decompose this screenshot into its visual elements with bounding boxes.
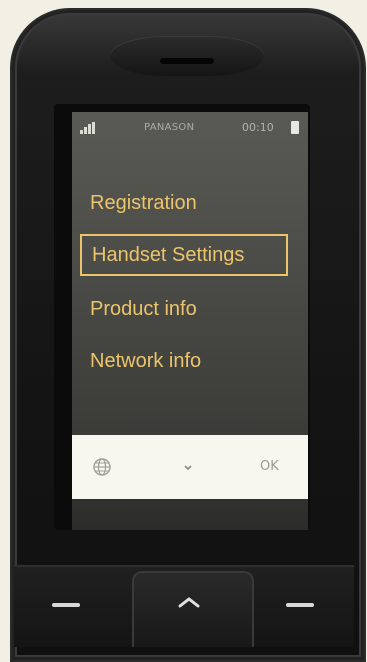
globe-icon[interactable]	[92, 457, 112, 477]
menu-item-network-info[interactable]: Network info	[80, 340, 288, 382]
left-softkey-button[interactable]	[52, 603, 80, 607]
chevron-up-icon[interactable]	[176, 595, 202, 609]
status-bar: PANASON 00:10	[72, 120, 308, 138]
menu-item-product-info[interactable]: Product info	[80, 288, 288, 330]
battery-icon	[291, 121, 299, 134]
right-softkey-button[interactable]	[286, 603, 314, 607]
chevron-down-icon[interactable]	[182, 461, 194, 473]
signal-icon	[80, 122, 95, 134]
clock: 00:10	[242, 121, 274, 134]
ok-softkey[interactable]: OK	[260, 459, 279, 474]
speaker-slot	[160, 58, 214, 64]
menu-item-registration[interactable]: Registration	[80, 182, 288, 224]
menu-item-handset-settings[interactable]: Handset Settings	[80, 234, 288, 276]
softkey-bar: OK	[72, 435, 308, 499]
carrier-name: PANASON	[144, 122, 195, 133]
phone-screen: PANASON 00:10 Registration Handset Setti…	[72, 112, 308, 530]
earpiece	[110, 36, 264, 76]
navigation-keys	[14, 565, 354, 647]
navigation-key[interactable]	[132, 571, 254, 647]
